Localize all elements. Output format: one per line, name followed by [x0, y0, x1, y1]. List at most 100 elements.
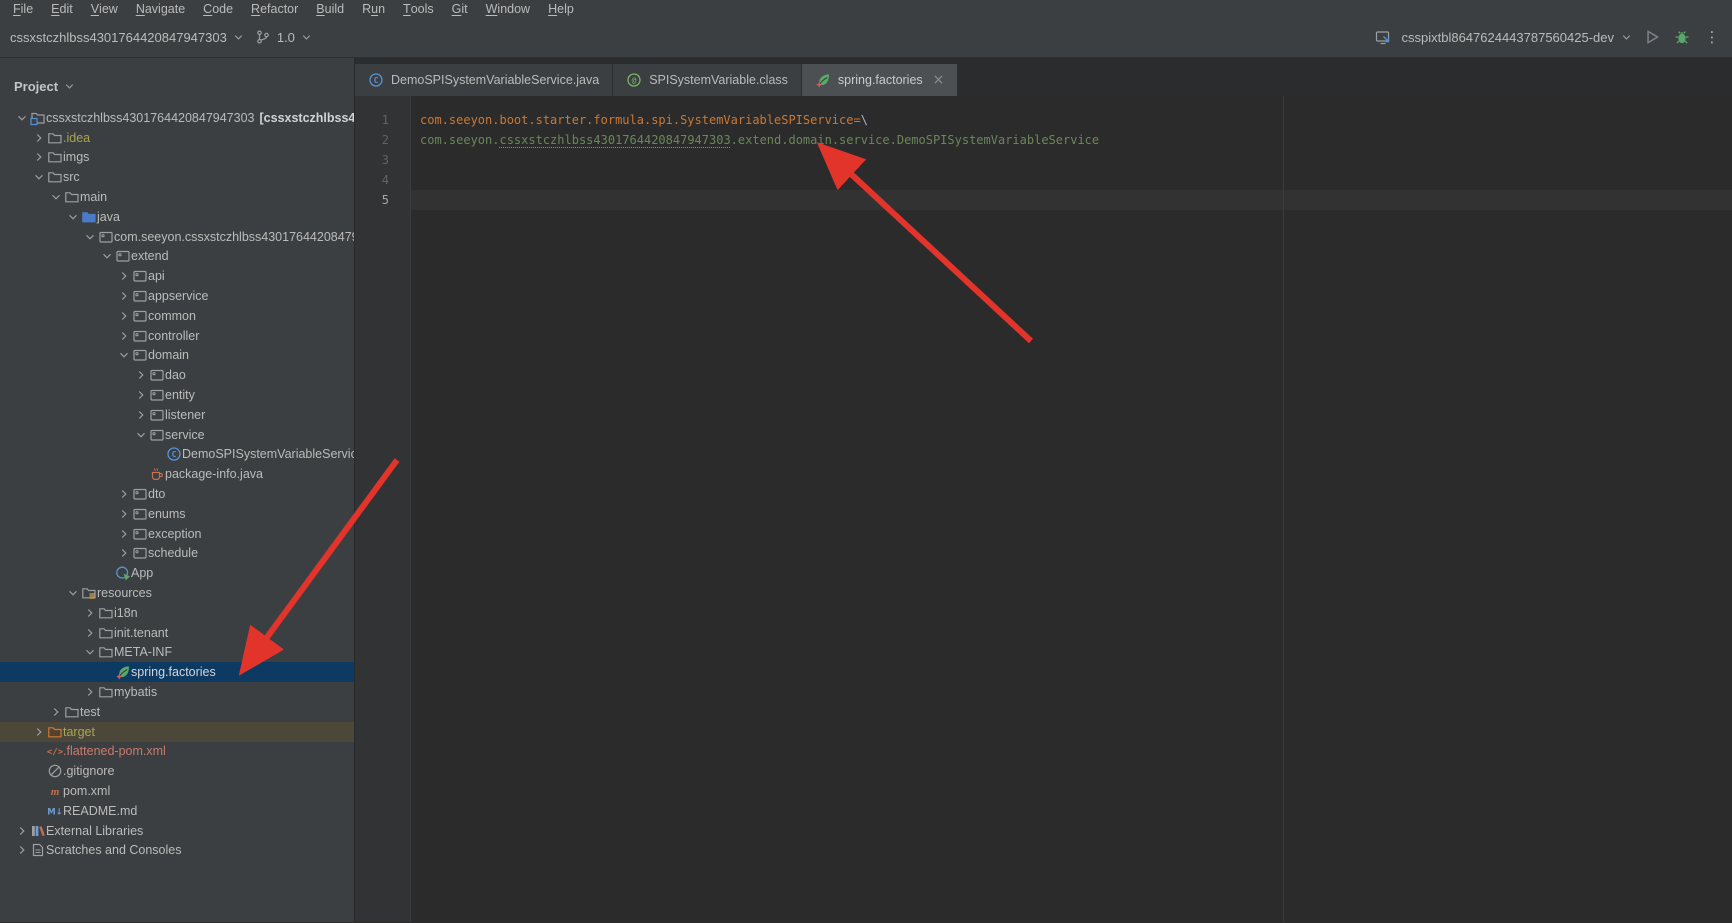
tree-row-demospisystemvariableservice[interactable]: CDemoSPISystemVariableService	[0, 445, 354, 465]
chevron-right-icon[interactable]	[116, 289, 132, 303]
chevron-right-icon[interactable]	[82, 626, 98, 640]
tree-row-dao[interactable]: dao	[0, 365, 354, 385]
tree-row-exception[interactable]: exception	[0, 524, 354, 544]
tree-row-listener[interactable]: listener	[0, 405, 354, 425]
tree-row-controller[interactable]: controller	[0, 326, 354, 346]
chevron-right-icon[interactable]	[31, 131, 47, 145]
chevron-right-icon[interactable]	[31, 150, 47, 164]
tree-row-init-tenant[interactable]: init.tenant	[0, 623, 354, 643]
chevron-right-icon[interactable]	[116, 527, 132, 541]
tree-row-gitignore[interactable]: .gitignore	[0, 761, 354, 781]
tree-row-pom-xml[interactable]: mpom.xml	[0, 781, 354, 801]
chevron-down-icon[interactable]	[99, 249, 115, 263]
tree-row-external-libraries[interactable]: External Libraries	[0, 821, 354, 841]
chevron-right-icon[interactable]	[14, 824, 30, 838]
chevron-down-icon[interactable]	[65, 210, 81, 224]
tree-row-meta-inf[interactable]: META-INF	[0, 643, 354, 663]
menu-item-view[interactable]: View	[82, 0, 127, 17]
menu-item-window[interactable]: Window	[477, 0, 539, 17]
chevron-right-icon[interactable]	[82, 685, 98, 699]
chevron-right-icon[interactable]	[133, 388, 149, 402]
tree-row-imgs[interactable]: imgs	[0, 148, 354, 168]
branch-selector[interactable]: 1.0	[255, 29, 313, 45]
run-button-icon[interactable]	[1642, 27, 1662, 47]
tree-item-label: .gitignore	[63, 764, 114, 778]
tree-row-target[interactable]: target	[0, 722, 354, 742]
tree-row-resources[interactable]: resources	[0, 583, 354, 603]
project-tree: cssxstczhlbss4301764420847947303[cssxstc…	[0, 100, 354, 922]
tree-row-domain[interactable]: domain	[0, 346, 354, 366]
tree-row-com-seeyon-cssxstczhlbss4301764420847947303[interactable]: com.seeyon.cssxstczhlbss4301764420847947…	[0, 227, 354, 247]
more-options-icon[interactable]: ⋮	[1702, 27, 1722, 47]
menu-item-navigate[interactable]: Navigate	[127, 0, 194, 17]
package-icon	[132, 347, 148, 363]
code-line: com.seeyon.cssxstczhlbss4301764420847947…	[420, 130, 1732, 150]
chevron-right-icon[interactable]	[82, 606, 98, 620]
chevron-down-icon[interactable]	[116, 348, 132, 362]
tree-row-spring-factories[interactable]: spring.factories	[0, 662, 354, 682]
tree-row-package-info-java[interactable]: package-info.java	[0, 464, 354, 484]
debug-button-icon[interactable]	[1672, 27, 1692, 47]
chevron-down-icon[interactable]	[48, 190, 64, 204]
chevron-right-icon[interactable]	[31, 725, 47, 739]
tree-row-scratches-and-consoles[interactable]: Scratches and Consoles	[0, 840, 354, 860]
menu-item-tools[interactable]: Tools	[394, 0, 443, 17]
chevron-right-icon[interactable]	[116, 546, 132, 560]
menu-item-edit[interactable]: Edit	[42, 0, 82, 17]
chevron-down-icon[interactable]	[14, 111, 30, 125]
chevron-right-icon[interactable]	[116, 507, 132, 521]
tab-spring-factories[interactable]: spring.factories×	[802, 64, 959, 96]
tree-row-service[interactable]: service	[0, 425, 354, 445]
menu-item-git[interactable]: Git	[443, 0, 477, 17]
run-config-selector[interactable]: csspixtbl8647624443787560425-dev	[1401, 29, 1632, 45]
tab-spisystemvariable-class[interactable]: @SPISystemVariable.class	[613, 64, 802, 96]
tree-row-readme-md[interactable]: M↓README.md	[0, 801, 354, 821]
tree-row-i18n[interactable]: i18n	[0, 603, 354, 623]
chevron-down-icon[interactable]	[65, 586, 81, 600]
tree-row-schedule[interactable]: schedule	[0, 544, 354, 564]
tree-row-appservice[interactable]: appservice	[0, 286, 354, 306]
chevron-down-icon[interactable]	[31, 170, 47, 184]
menu-item-file[interactable]: File	[4, 0, 42, 17]
tree-row-common[interactable]: common	[0, 306, 354, 326]
chevron-down-icon[interactable]	[133, 428, 149, 442]
chevron-down-icon[interactable]	[82, 645, 98, 659]
tree-row-main[interactable]: main	[0, 187, 354, 207]
chevron-right-icon[interactable]	[48, 705, 64, 719]
tree-row-api[interactable]: api	[0, 266, 354, 286]
tree-row-entity[interactable]: entity	[0, 385, 354, 405]
editor-gutter[interactable]: 12345	[355, 96, 411, 922]
tree-row-src[interactable]: src	[0, 167, 354, 187]
project-selector[interactable]: cssxstczhlbss4301764420847947303	[10, 29, 245, 45]
chevron-right-icon[interactable]	[116, 329, 132, 343]
chevron-right-icon[interactable]	[14, 843, 30, 857]
tree-row-dto[interactable]: dto	[0, 484, 354, 504]
chevron-right-icon[interactable]	[116, 309, 132, 323]
tree-item-label: listener	[165, 408, 205, 422]
tree-row-extend[interactable]: extend	[0, 247, 354, 267]
tree-row-flattened-pom-xml[interactable]: </>.flattened-pom.xml	[0, 742, 354, 762]
tree-row-test[interactable]: test	[0, 702, 354, 722]
close-icon[interactable]: ×	[933, 73, 945, 87]
tab-file-icon: C	[368, 72, 384, 88]
chevron-right-icon[interactable]	[116, 487, 132, 501]
tab-demospisystemvariableservice-java[interactable]: CDemoSPISystemVariableService.java	[355, 64, 613, 96]
chevron-right-icon[interactable]	[133, 408, 149, 422]
tree-row-app[interactable]: App	[0, 563, 354, 583]
tree-row-enums[interactable]: enums	[0, 504, 354, 524]
menu-item-build[interactable]: Build	[307, 0, 353, 17]
menu-item-code[interactable]: Code	[194, 0, 242, 17]
tree-row-mybatis[interactable]: mybatis	[0, 682, 354, 702]
tree-row-idea[interactable]: .idea	[0, 128, 354, 148]
menu-item-run[interactable]: Run	[353, 0, 394, 17]
menu-item-help[interactable]: Help	[539, 0, 583, 17]
chevron-down-icon[interactable]	[82, 230, 98, 244]
tree-row-java[interactable]: java	[0, 207, 354, 227]
folder-icon	[47, 130, 63, 146]
project-panel-header[interactable]: Project	[0, 58, 354, 100]
menu-item-refactor[interactable]: Refactor	[242, 0, 307, 17]
tree-row-cssxstczhlbss4301764420847947303[interactable]: cssxstczhlbss4301764420847947303[cssxstc…	[0, 108, 354, 128]
editor[interactable]: 12345 com.seeyon.boot.starter.formula.sp…	[355, 96, 1732, 922]
chevron-right-icon[interactable]	[133, 368, 149, 382]
chevron-right-icon[interactable]	[116, 269, 132, 283]
